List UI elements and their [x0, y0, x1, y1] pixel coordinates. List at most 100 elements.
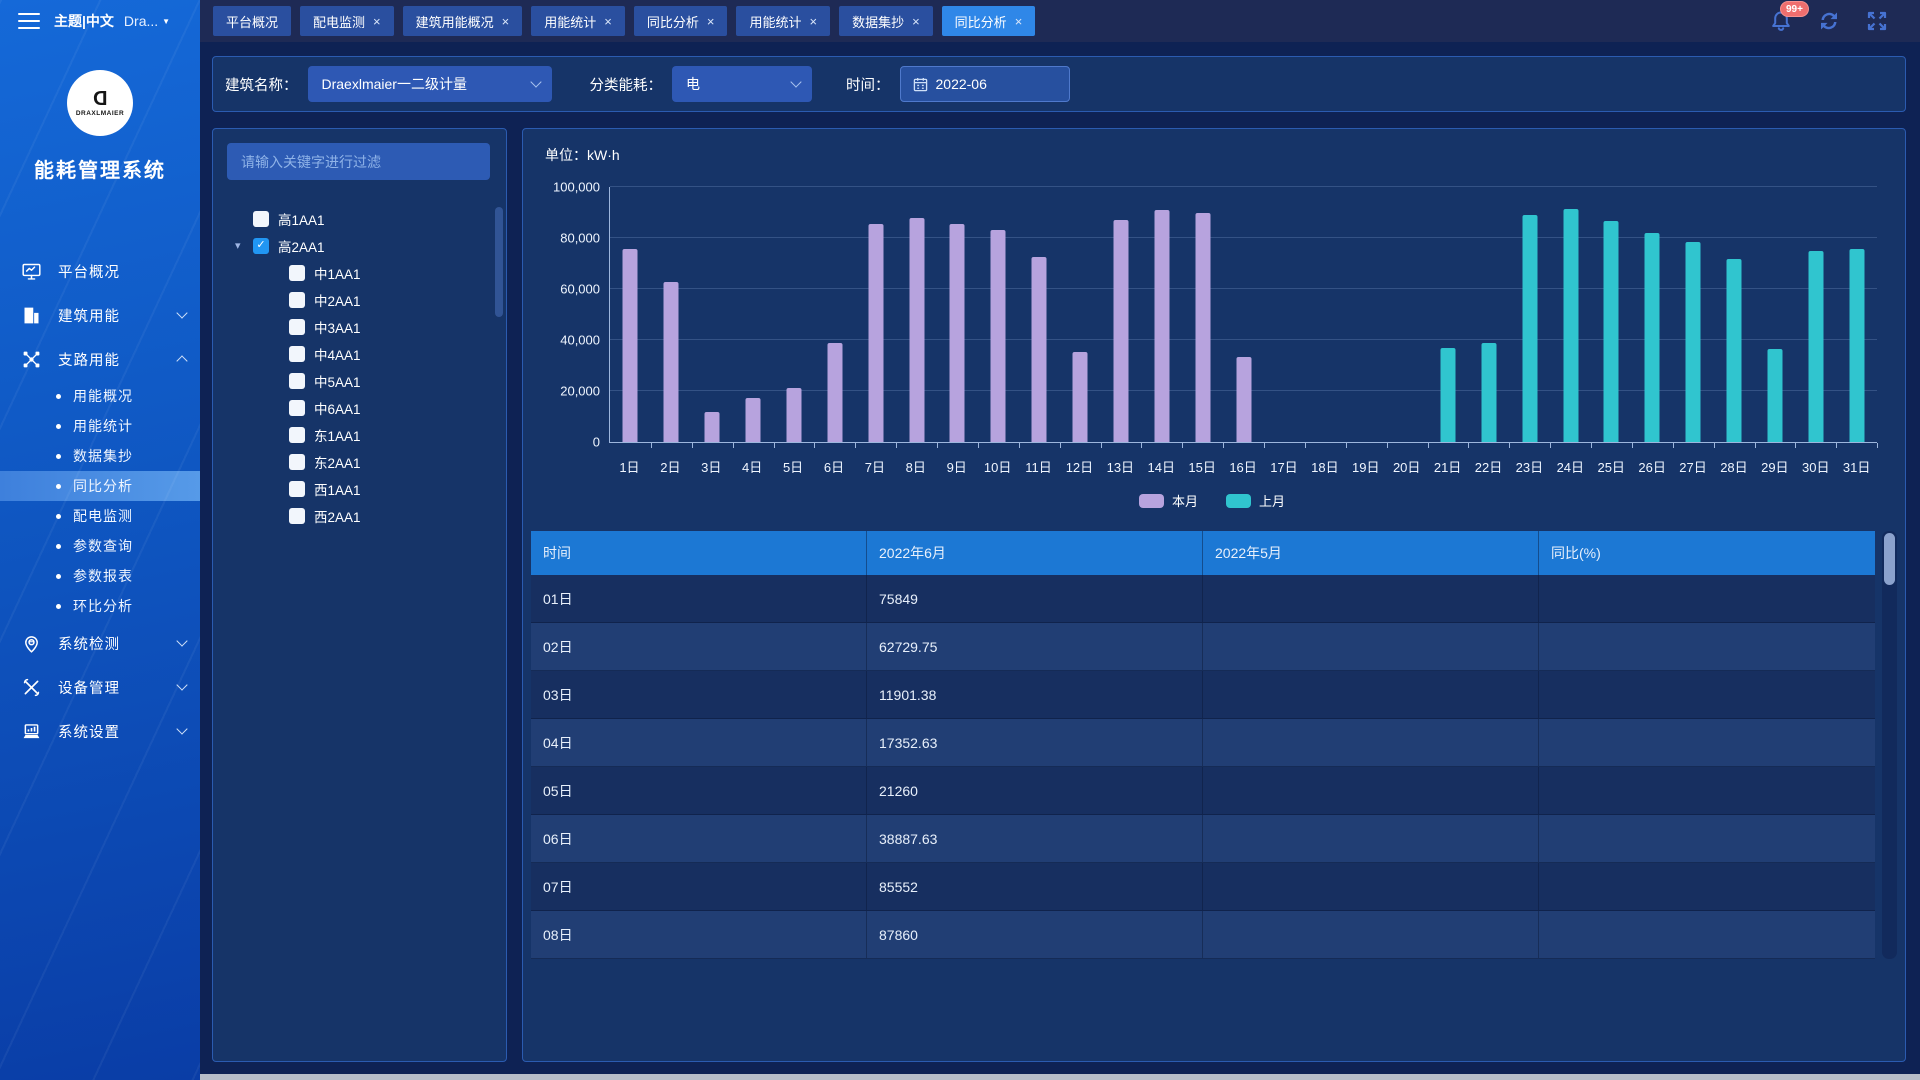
tree-item[interactable]: 中6AA1: [213, 394, 502, 421]
logo-mark: D: [93, 89, 107, 109]
legend-item[interactable]: 上月: [1226, 491, 1285, 510]
chart-bar: [1686, 242, 1701, 442]
legend-item[interactable]: 本月: [1139, 491, 1198, 510]
tab[interactable]: 用能统计×: [736, 6, 830, 36]
tab-close-icon[interactable]: ×: [809, 15, 817, 28]
tree-scrollbar[interactable]: [495, 207, 503, 317]
tab[interactable]: 建筑用能概况×: [403, 6, 523, 36]
tab-label: 配电监测: [313, 12, 365, 31]
tab[interactable]: 同比分析×: [942, 6, 1036, 36]
tree-filter-input[interactable]: [227, 143, 490, 180]
y-axis-tick-label: 80,000: [560, 231, 600, 246]
table-scrollbar[interactable]: [1882, 531, 1897, 959]
chart-bar: [1073, 352, 1088, 442]
tree-checkbox[interactable]: [289, 265, 305, 281]
user-dropdown[interactable]: Dra... ▼: [124, 13, 170, 29]
tree-item[interactable]: 中2AA1: [213, 286, 502, 313]
sidebar-subitem-data-collection[interactable]: 数据集抄: [0, 441, 200, 471]
chart-bar: [1767, 349, 1782, 442]
tab-close-icon[interactable]: ×: [502, 15, 510, 28]
comparison-table: 时间2022年6月2022年5月同比(%) 01日7584902日62729.7…: [531, 531, 1897, 959]
hamburger-menu-icon[interactable]: [18, 13, 40, 29]
building-select[interactable]: Draexlmaier一二级计量: [308, 66, 552, 102]
tree-item[interactable]: 西1AA1: [213, 475, 502, 502]
tab-close-icon[interactable]: ×: [604, 15, 612, 28]
sidebar-subitem-param-report[interactable]: 参数报表: [0, 561, 200, 591]
tab[interactable]: 数据集抄×: [839, 6, 933, 36]
table-cell: 17352.63: [867, 719, 1203, 766]
tree-checkbox[interactable]: [289, 508, 305, 524]
energy-type-value: 电: [686, 74, 700, 94]
fullscreen-icon[interactable]: [1864, 8, 1890, 34]
chart-bar: [1113, 220, 1128, 442]
chart-day-slot: [896, 187, 937, 442]
sidebar-item-system-settings[interactable]: 系统设置: [0, 709, 200, 753]
chevron-down-icon: [176, 723, 187, 734]
sidebar-item-branch-energy[interactable]: 支路用能: [0, 337, 200, 381]
horizontal-scrollbar[interactable]: [200, 1074, 1920, 1080]
x-axis-tick-label: 17日: [1264, 457, 1305, 476]
table-cell: [1203, 575, 1539, 622]
tab[interactable]: 用能统计×: [531, 6, 625, 36]
tree-checkbox[interactable]: [289, 454, 305, 470]
table-body: 01日7584902日62729.7503日11901.3804日17352.6…: [531, 575, 1875, 959]
tab-close-icon[interactable]: ×: [373, 15, 381, 28]
tree-item[interactable]: ▾✓高2AA1: [213, 232, 502, 259]
notification-bell-icon[interactable]: 99+: [1768, 8, 1794, 34]
tree-item[interactable]: 中3AA1: [213, 313, 502, 340]
date-picker[interactable]: 2022-06: [900, 66, 1070, 102]
tree-item[interactable]: 中5AA1: [213, 367, 502, 394]
sidebar-subitem-power-monitoring[interactable]: 配电监测: [0, 501, 200, 531]
table-cell: 03日: [531, 671, 867, 718]
tree-checkbox[interactable]: [289, 427, 305, 443]
tree-item[interactable]: 西2AA1: [213, 502, 502, 529]
tree-item[interactable]: 高1AA1: [213, 205, 502, 232]
bullet-icon: [56, 514, 61, 519]
refresh-icon[interactable]: [1816, 8, 1842, 34]
tab-close-icon[interactable]: ×: [1015, 15, 1023, 28]
sidebar-subitem-energy-stats[interactable]: 用能统计: [0, 411, 200, 441]
tree-checkbox[interactable]: [289, 319, 305, 335]
table-cell: [1203, 815, 1539, 862]
tab[interactable]: 配电监测 ×: [300, 6, 394, 36]
tree-item-label: 中5AA1: [314, 371, 361, 391]
tree-checkbox[interactable]: [289, 292, 305, 308]
theme-language-switch[interactable]: 主题|中文: [54, 11, 114, 31]
tree-checkbox[interactable]: [289, 346, 305, 362]
x-axis-tick-label: 8日: [895, 457, 936, 476]
sidebar-item-platform-overview[interactable]: 平台概况: [0, 249, 200, 293]
tree-checkbox[interactable]: [253, 211, 269, 227]
tree-item[interactable]: 东2AA1: [213, 448, 502, 475]
tree-checkbox[interactable]: [289, 400, 305, 416]
energy-type-select[interactable]: 电: [672, 66, 812, 102]
chart-bar: [1849, 249, 1864, 442]
tab[interactable]: 平台概况: [213, 6, 291, 36]
topbar-icons: 99+: [1768, 8, 1920, 34]
logo-brand-text: DRAXLMAIER: [76, 110, 124, 117]
y-axis-tick-label: 60,000: [560, 282, 600, 297]
sidebar-subitem-param-query[interactable]: 参数查询: [0, 531, 200, 561]
sidebar-item-system-detection[interactable]: 系统检测: [0, 621, 200, 665]
tab-close-icon[interactable]: ×: [912, 15, 920, 28]
chart-day-slot: [1387, 187, 1428, 442]
table-cell: [1203, 623, 1539, 670]
tab[interactable]: 同比分析×: [634, 6, 728, 36]
branch-icon: [20, 348, 42, 370]
tree-item[interactable]: 中4AA1: [213, 340, 502, 367]
tree-checkbox[interactable]: ✓: [253, 238, 269, 254]
table-cell: 02日: [531, 623, 867, 670]
sidebar-item-building-energy[interactable]: 建筑用能: [0, 293, 200, 337]
tree-item[interactable]: 中1AA1: [213, 259, 502, 286]
sidebar-subitem-energy-overview[interactable]: 用能概况: [0, 381, 200, 411]
sidebar-subitem-mom-analysis[interactable]: 环比分析: [0, 591, 200, 621]
sidebar-item-device-management[interactable]: 设备管理: [0, 665, 200, 709]
tree-checkbox[interactable]: [289, 481, 305, 497]
tab-close-icon[interactable]: ×: [707, 15, 715, 28]
sidebar-subitem-yoy-analysis[interactable]: 同比分析: [0, 471, 200, 501]
tree-item[interactable]: 东1AA1: [213, 421, 502, 448]
table-scrollbar-thumb[interactable]: [1884, 533, 1895, 585]
chart-bar: [1645, 233, 1660, 442]
tree-checkbox[interactable]: [289, 373, 305, 389]
tree-item-label: 东2AA1: [314, 452, 361, 472]
tree-caret-icon[interactable]: ▾: [235, 239, 253, 252]
